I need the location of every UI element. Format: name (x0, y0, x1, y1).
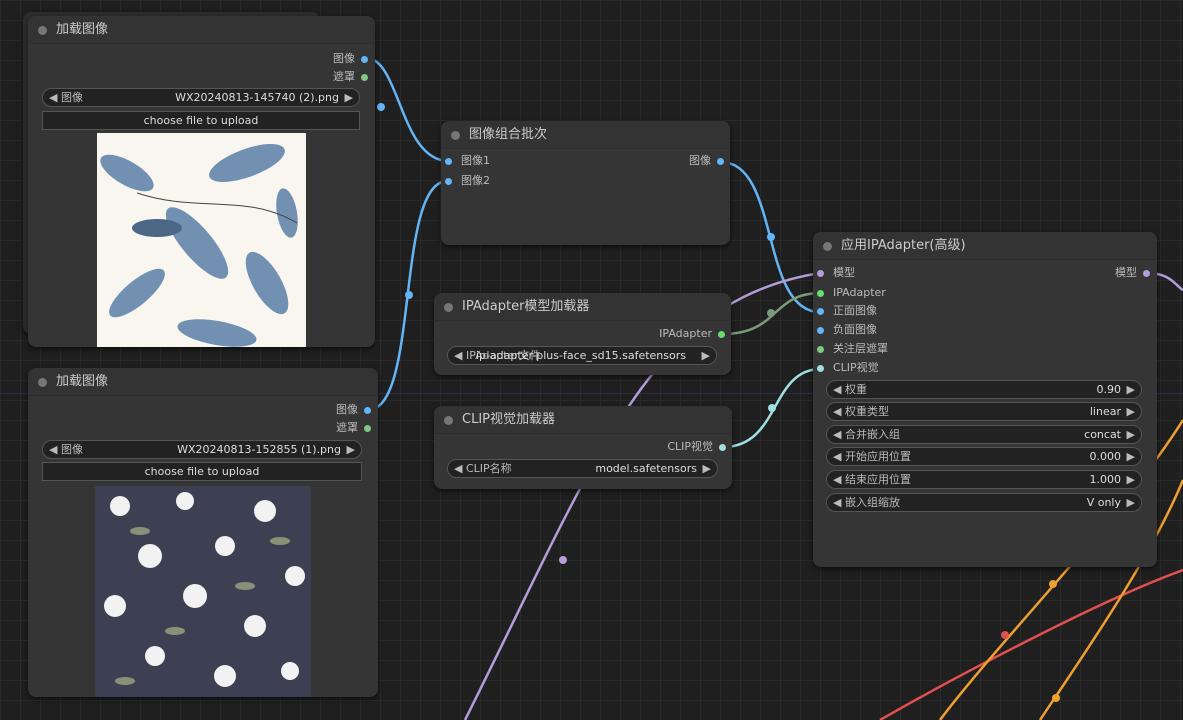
node-title[interactable]: 应用IPAdapter(高级) (813, 232, 1157, 260)
slot-dot-icon[interactable] (817, 365, 824, 372)
slot-dot-icon[interactable] (718, 331, 725, 338)
collapse-dot-icon[interactable] (444, 416, 453, 425)
widget-weight-type[interactable]: ◀ 权重类型 linear ▶ (826, 402, 1142, 421)
slot-dot-icon[interactable] (445, 178, 452, 185)
node-title[interactable]: 加载图像 (28, 16, 375, 44)
image-preview (95, 486, 311, 697)
input-positive-image[interactable]: 正面图像 (817, 304, 877, 318)
image-combo[interactable]: ◀ 图像 WX20240813-145740 (2).png ▶ (42, 88, 360, 107)
slot-dot-icon[interactable] (1143, 270, 1150, 277)
arrow-right-icon[interactable]: ▶ (703, 460, 711, 477)
slot-dot-icon[interactable] (361, 74, 368, 81)
slot-dot-icon[interactable] (817, 346, 824, 353)
output-mask[interactable]: 遮罩 (333, 70, 368, 84)
widget-embeds-scaling[interactable]: ◀ 嵌入组缩放 V only ▶ (826, 493, 1142, 512)
load-image-node-1[interactable]: 加载图像 图像 遮罩 ◀ 图像 WX20240813-145740 (2).png… (28, 16, 375, 347)
ipadapter-loader-node[interactable]: IPAdapter模型加载器 IPAdapter ◀ IPAdapter文件 ip… (434, 293, 731, 375)
slot-dot-icon[interactable] (445, 158, 452, 165)
input-clip-vision[interactable]: CLIP视觉 (817, 361, 879, 375)
slot-dot-icon[interactable] (719, 444, 726, 451)
image-combo[interactable]: ◀ 图像 WX20240813-152855 (1).png ▶ (42, 440, 362, 459)
slot-dot-icon[interactable] (361, 56, 368, 63)
arrow-right-icon[interactable]: ▶ (702, 347, 710, 364)
widget-combine-embeds[interactable]: ◀ 合并嵌入组 concat ▶ (826, 425, 1142, 444)
slot-dot-icon[interactable] (717, 158, 724, 165)
load-image-node-2[interactable]: 加载图像 图像 遮罩 ◀ 图像 WX20240813-152855 (1).png… (28, 368, 378, 697)
wire-clipvision (722, 367, 821, 449)
arrow-right-icon[interactable]: ▶ (345, 89, 353, 106)
node-title[interactable]: CLIP视觉加载器 (434, 406, 732, 434)
widget-start-at[interactable]: ◀ 开始应用位置 0.000 ▶ (826, 447, 1142, 466)
input-image1[interactable]: 图像1 (445, 154, 490, 168)
slot-dot-icon[interactable] (817, 290, 824, 297)
wire-image1 (365, 56, 449, 163)
input-model[interactable]: 模型 (817, 266, 855, 280)
image-preview (97, 133, 306, 347)
collapse-dot-icon[interactable] (451, 131, 460, 140)
wire-red (879, 568, 1183, 720)
collapse-dot-icon[interactable] (444, 303, 453, 312)
collapse-dot-icon[interactable] (823, 242, 832, 251)
input-negative-image[interactable]: 负面图像 (817, 323, 877, 337)
collapse-dot-icon[interactable] (38, 378, 47, 387)
input-image2[interactable]: 图像2 (445, 174, 490, 188)
node-title[interactable]: IPAdapter模型加载器 (434, 293, 731, 321)
slot-dot-icon[interactable] (364, 425, 371, 432)
image-batch-node[interactable]: 图像组合批次 图像1 图像2 图像 (441, 121, 730, 245)
output-image[interactable]: 图像 (689, 154, 724, 168)
output-clip-vision[interactable]: CLIP视觉 (667, 440, 726, 454)
arrow-right-icon[interactable]: ▶ (347, 441, 355, 458)
clip-name-combo[interactable]: ◀ CLIP名称 model.safetensors ▶ (447, 459, 718, 478)
wire-batch-out (720, 160, 821, 314)
node-title[interactable]: 图像组合批次 (441, 121, 730, 149)
upload-button[interactable]: choose file to upload (42, 462, 362, 481)
upload-button[interactable]: choose file to upload (42, 111, 360, 130)
slot-dot-icon[interactable] (817, 308, 824, 315)
widget-weight[interactable]: ◀ 权重 0.90 ▶ (826, 380, 1142, 399)
clip-vision-loader-node[interactable]: CLIP视觉加载器 CLIP视觉 ◀ CLIP名称 model.safetenso… (434, 406, 732, 489)
output-mask[interactable]: 遮罩 (336, 421, 371, 435)
input-attn-mask[interactable]: 关注层遮罩 (817, 342, 888, 356)
slot-dot-icon[interactable] (817, 270, 824, 277)
ipadapter-file-combo[interactable]: ◀ IPAdapter文件 ip-adapter-plus-face_sd15.s… (447, 346, 717, 365)
node-title[interactable]: 加载图像 (28, 368, 378, 396)
output-image[interactable]: 图像 (336, 403, 371, 417)
slot-dot-icon[interactable] (364, 407, 371, 414)
output-model[interactable]: 模型 (1115, 266, 1150, 280)
output-ipadapter[interactable]: IPAdapter (659, 327, 725, 341)
widget-end-at[interactable]: ◀ 结束应用位置 1.000 ▶ (826, 470, 1142, 489)
wire-ipadapter (721, 291, 821, 336)
collapse-dot-icon[interactable] (38, 26, 47, 35)
apply-ipadapter-node[interactable]: 应用IPAdapter(高级) 模型 IPAdapter 正面图像 负面图像 关… (813, 232, 1157, 567)
slot-dot-icon[interactable] (817, 327, 824, 334)
output-image[interactable]: 图像 (333, 52, 368, 66)
input-ipadapter[interactable]: IPAdapter (817, 286, 886, 300)
